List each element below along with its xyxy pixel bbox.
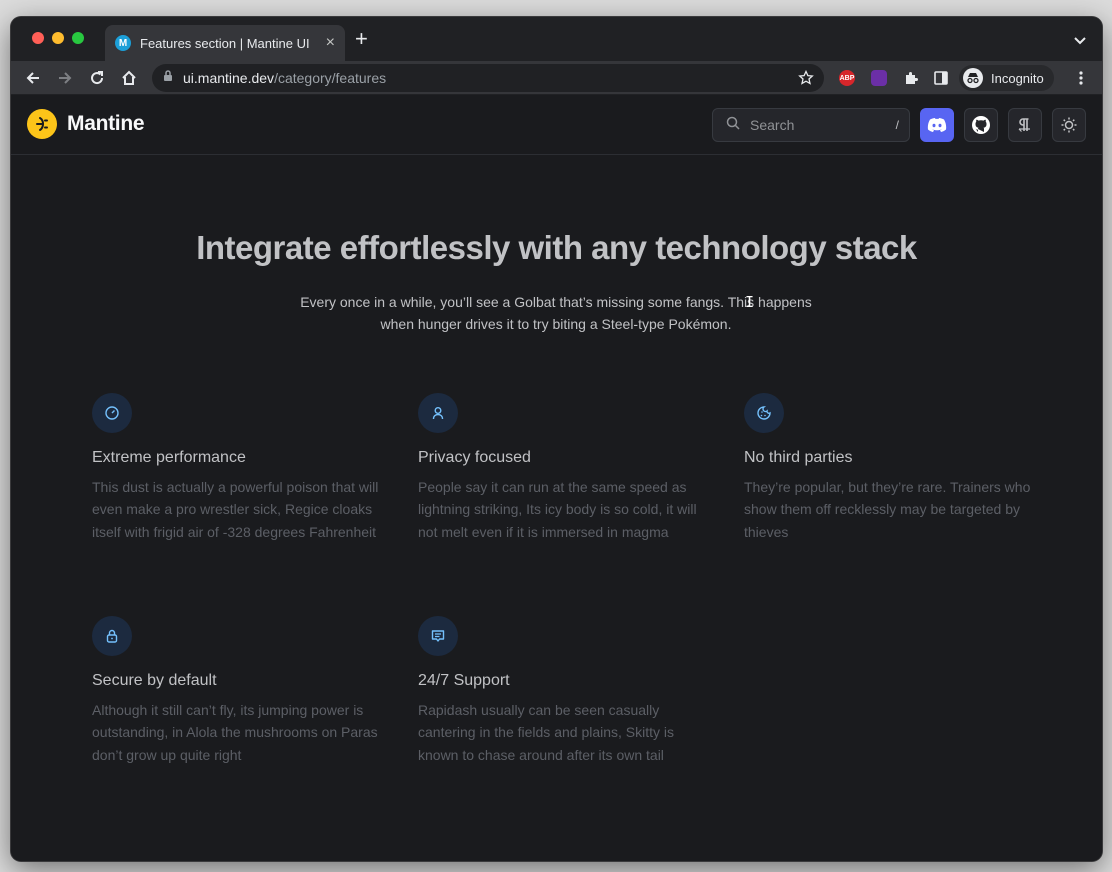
feature-description: Although it still can’t fly, its jumping… xyxy=(92,702,378,763)
mantine-logo-icon xyxy=(27,109,57,139)
tab-strip: M Features section | Mantine UI × + xyxy=(11,17,1102,61)
discord-icon xyxy=(927,118,947,132)
feature-description: People say it can run at the same speed … xyxy=(418,479,697,540)
search-placeholder: Search xyxy=(750,117,795,133)
logo-text: Mantine xyxy=(67,112,145,135)
incognito-label: Incognito xyxy=(991,70,1044,86)
feature-title: Extreme performance xyxy=(92,449,246,466)
page-content: Mantine Search / Integrate effortlessly … xyxy=(11,95,1102,861)
mantine-favicon-icon: M xyxy=(115,35,131,51)
theme-toggle-button[interactable] xyxy=(1052,108,1086,142)
adblock-extension-icon[interactable]: ABP xyxy=(839,70,855,86)
side-panel-icon[interactable] xyxy=(931,68,951,88)
site-header: Mantine Search / xyxy=(11,95,1102,155)
gauge-icon xyxy=(92,393,132,433)
close-window-button[interactable] xyxy=(32,32,44,44)
purple-extension-icon[interactable] xyxy=(871,70,887,86)
feature-title: 24/7 Support xyxy=(418,672,510,689)
user-icon xyxy=(418,393,458,433)
github-icon xyxy=(972,116,990,134)
feature-card: 24/7 Support Rapidash usually can be see… xyxy=(418,616,708,766)
incognito-profile-button[interactable]: Incognito xyxy=(959,65,1054,91)
sun-icon xyxy=(1061,117,1077,133)
url-path: /category/features xyxy=(274,70,387,86)
hero-title: Integrate effortlessly with any technolo… xyxy=(196,229,917,266)
url-text: ui.mantine.dev/category/features xyxy=(183,70,386,86)
forward-icon[interactable] xyxy=(55,68,75,88)
tab-title: Features section | Mantine UI xyxy=(140,35,310,51)
browser-menu-icon[interactable] xyxy=(1071,68,1091,88)
feature-description: They’re popular, but they’re rare. Train… xyxy=(744,479,1031,540)
discord-button[interactable] xyxy=(920,108,954,142)
reload-icon[interactable] xyxy=(87,68,107,88)
message-icon xyxy=(418,616,458,656)
url-host: ui.mantine.dev xyxy=(183,70,275,86)
new-tab-icon[interactable]: + xyxy=(355,28,368,50)
cookie-icon xyxy=(744,393,784,433)
search-icon xyxy=(726,116,740,135)
home-icon[interactable] xyxy=(119,68,139,88)
extensions-puzzle-icon[interactable] xyxy=(901,68,921,88)
bookmark-star-icon[interactable] xyxy=(798,69,814,91)
feature-title: Privacy focused xyxy=(418,449,531,466)
feature-card: Extreme performance This dust is actuall… xyxy=(92,393,382,543)
direction-toggle-button[interactable] xyxy=(1008,108,1042,142)
back-icon[interactable] xyxy=(23,68,43,88)
search-input[interactable]: Search / xyxy=(712,108,910,142)
address-bar[interactable]: ui.mantine.dev/category/features xyxy=(152,64,824,92)
minimize-window-button[interactable] xyxy=(52,32,64,44)
search-shortcut: / xyxy=(895,118,899,132)
incognito-icon xyxy=(963,68,983,88)
maximize-window-button[interactable] xyxy=(72,32,84,44)
browser-tab[interactable]: M Features section | Mantine UI × xyxy=(105,25,345,61)
feature-card: Secure by default Although it still can’… xyxy=(92,616,382,766)
browser-toolbar: ui.mantine.dev/category/features ABP Inc… xyxy=(11,61,1102,95)
feature-card: Privacy focused People say it can run at… xyxy=(418,393,708,543)
lock-icon xyxy=(92,616,132,656)
feature-card: No third parties They’re popular, but th… xyxy=(744,393,1034,543)
close-tab-icon[interactable]: × xyxy=(326,35,335,51)
github-button[interactable] xyxy=(964,108,998,142)
text-direction-icon xyxy=(1018,118,1030,132)
feature-title: No third parties xyxy=(744,449,853,466)
text-cursor-icon: I xyxy=(745,293,755,311)
browser-window: M Features section | Mantine UI × + ui.m… xyxy=(11,17,1102,861)
feature-description: Rapidash usually can be seen casually ca… xyxy=(418,702,675,763)
feature-title: Secure by default xyxy=(92,672,217,689)
feature-description: This dust is actually a powerful poison … xyxy=(92,479,379,540)
chevron-down-icon[interactable] xyxy=(1074,32,1086,50)
mantine-logo[interactable]: Mantine xyxy=(27,109,145,139)
lock-icon xyxy=(163,69,173,87)
